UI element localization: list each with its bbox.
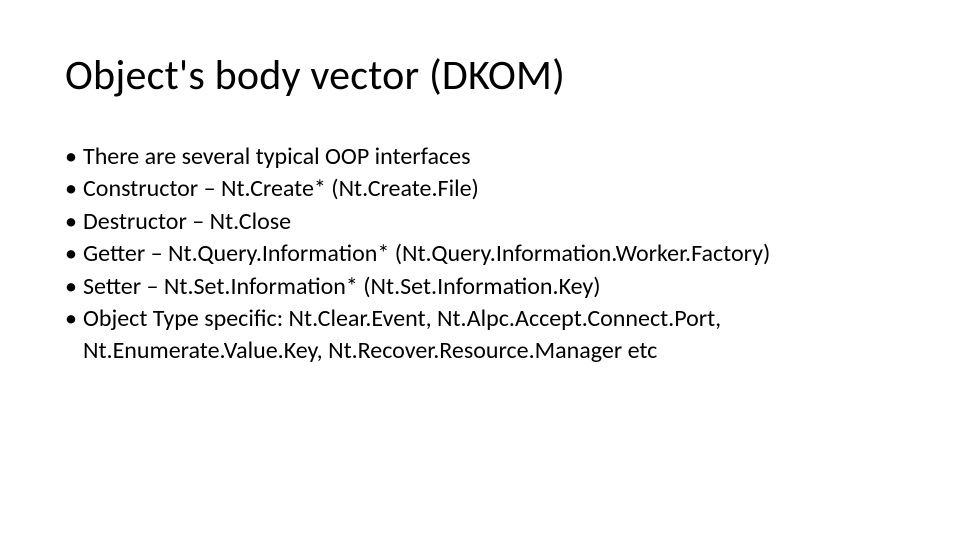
- slide-title: Object's body vector (DKOM): [65, 50, 895, 101]
- list-item-text: Constructor – Nt.Create* (Nt.Create.File…: [83, 173, 895, 205]
- bullet-icon: •: [65, 271, 83, 303]
- bullet-icon: •: [65, 206, 83, 238]
- list-item-text: Object Type specific: Nt.Clear.Event, Nt…: [83, 303, 895, 368]
- list-item: • Setter – Nt.Set.Information* (Nt.Set.I…: [65, 271, 895, 303]
- list-item-text: There are several typical OOP interfaces: [83, 141, 895, 173]
- list-item: • There are several typical OOP interfac…: [65, 141, 895, 173]
- list-item: • Object Type specific: Nt.Clear.Event, …: [65, 303, 895, 368]
- list-item-text: Getter – Nt.Query.Information* (Nt.Query…: [83, 238, 895, 270]
- list-item: • Destructor – Nt.Close: [65, 206, 895, 238]
- list-item: • Constructor – Nt.Create* (Nt.Create.Fi…: [65, 173, 895, 205]
- list-item-text: Setter – Nt.Set.Information* (Nt.Set.Inf…: [83, 271, 895, 303]
- list-item: • Getter – Nt.Query.Information* (Nt.Que…: [65, 238, 895, 270]
- bullet-list: • There are several typical OOP interfac…: [65, 141, 895, 368]
- bullet-icon: •: [65, 141, 83, 173]
- list-item-text: Destructor – Nt.Close: [83, 206, 895, 238]
- bullet-icon: •: [65, 238, 83, 270]
- slide: Object's body vector (DKOM) • There are …: [0, 0, 960, 540]
- bullet-icon: •: [65, 303, 83, 368]
- bullet-icon: •: [65, 173, 83, 205]
